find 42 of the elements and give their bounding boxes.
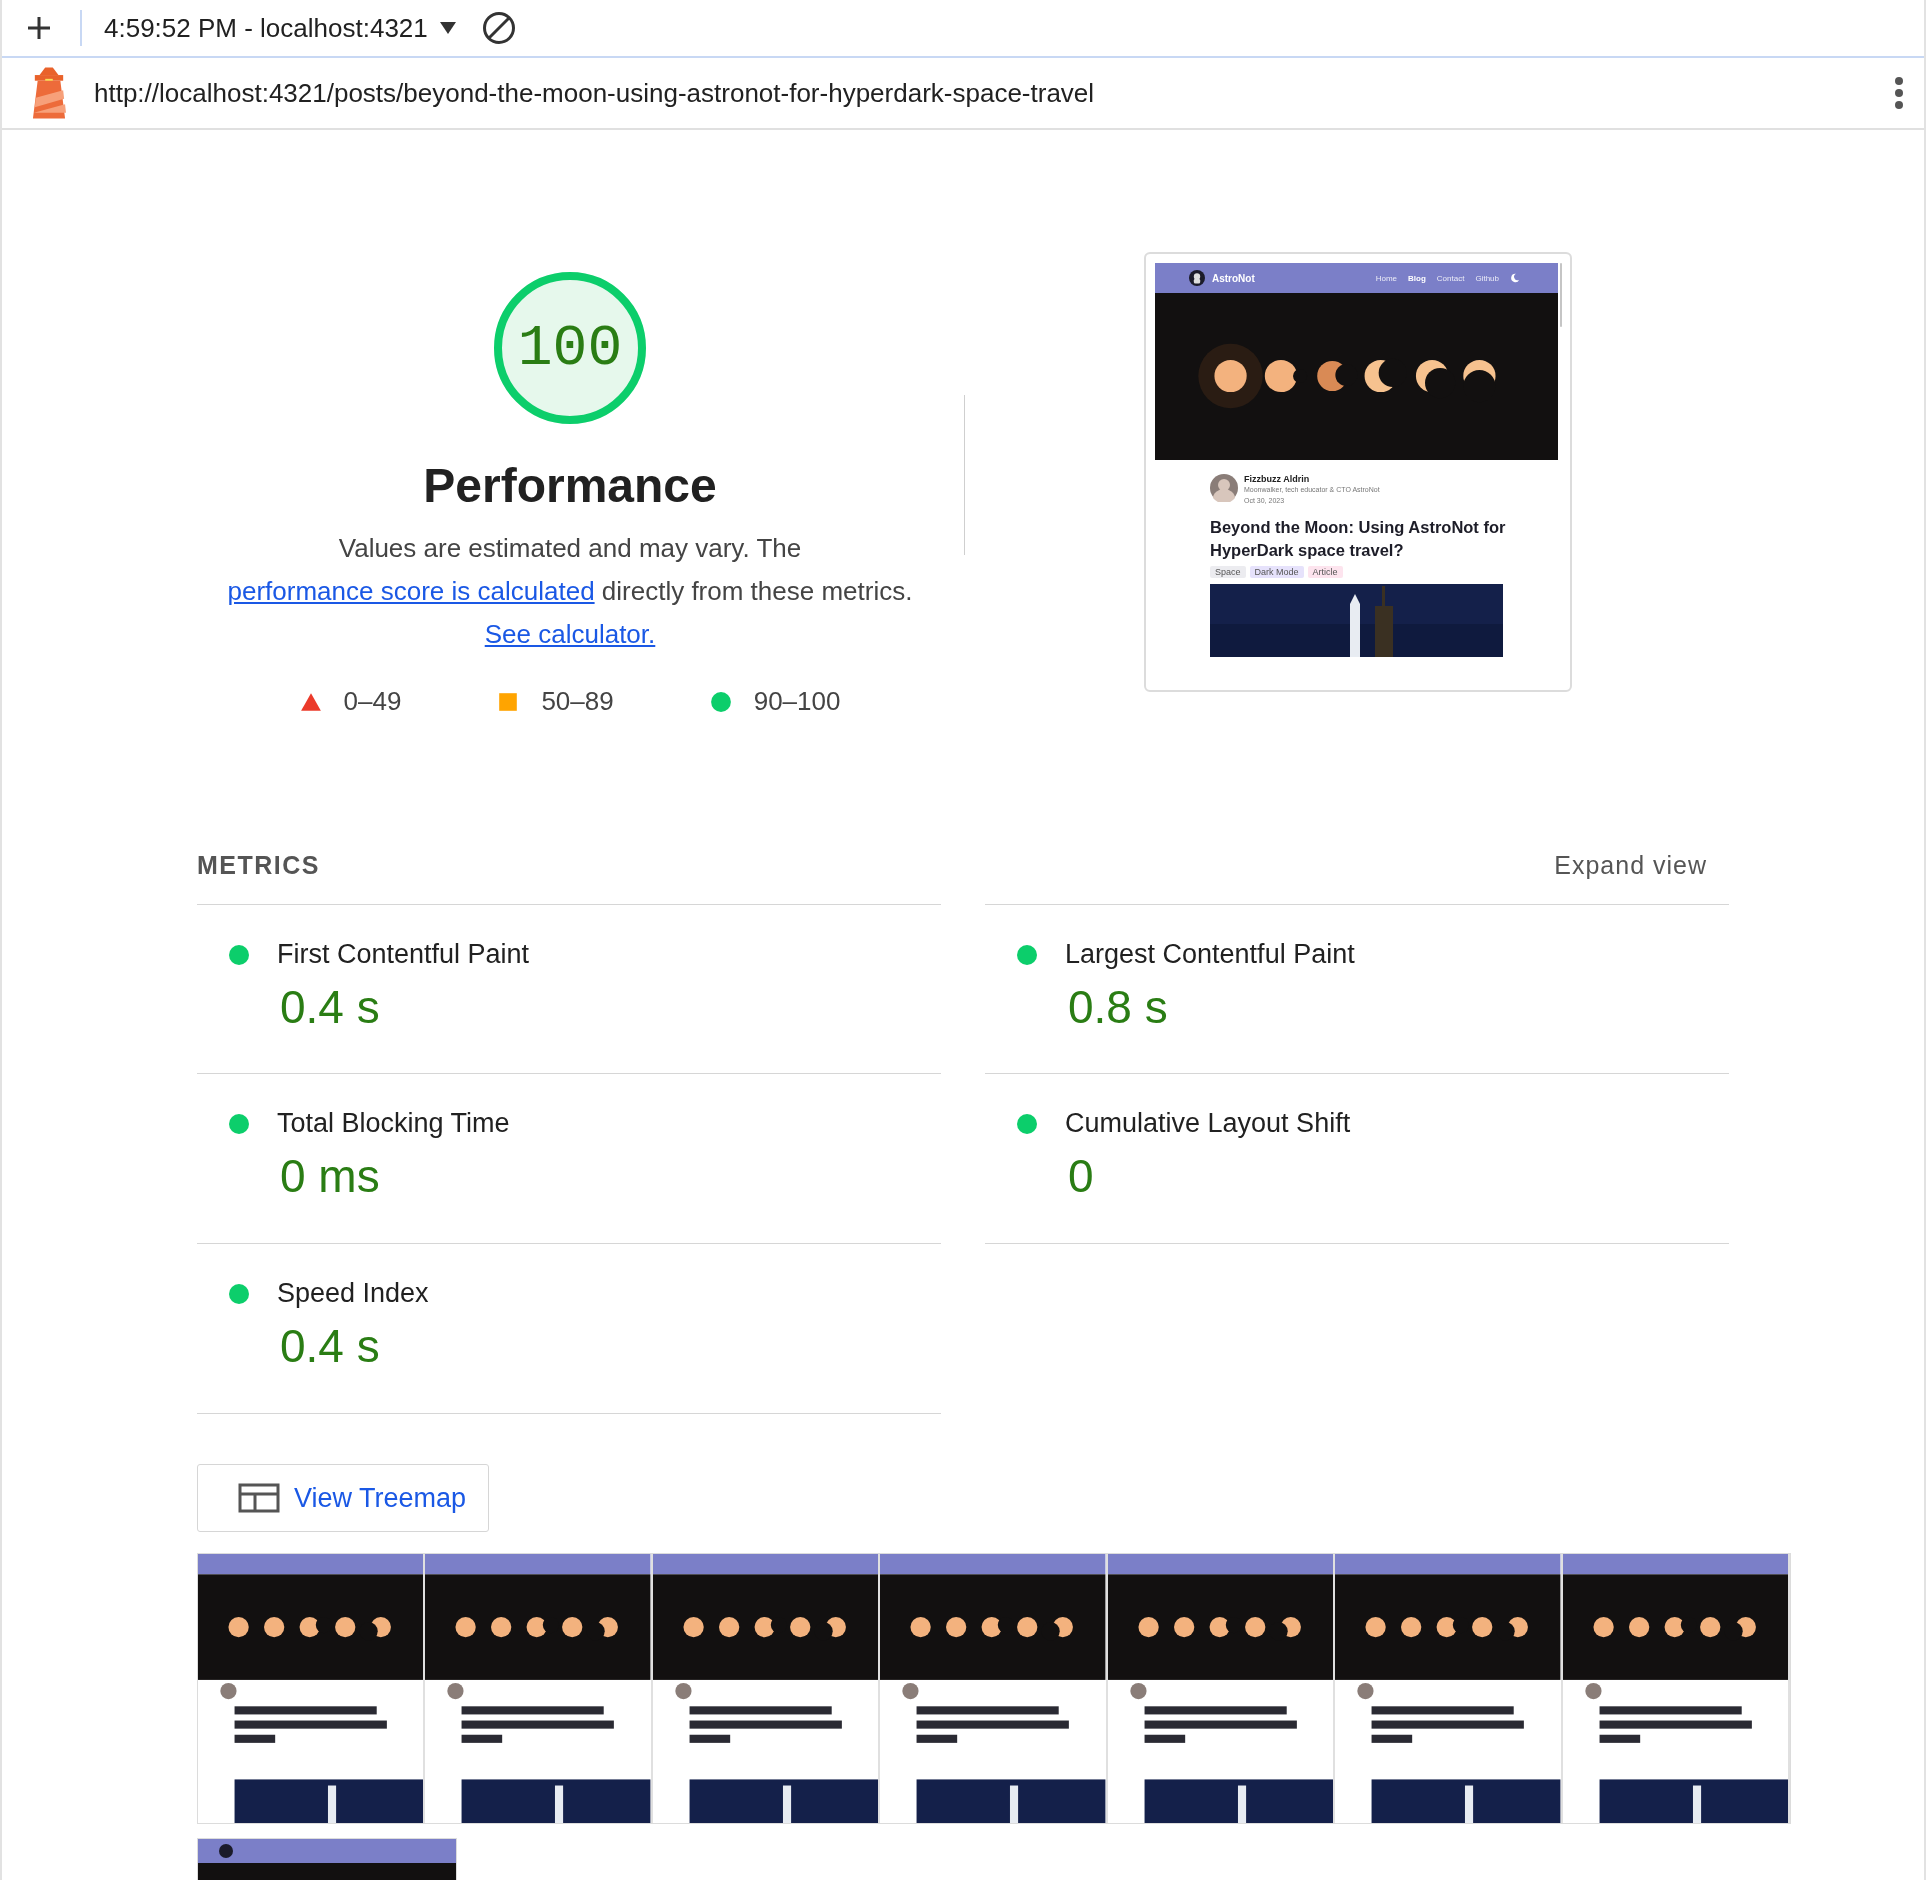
metric-value: 0.4 s xyxy=(280,980,381,1034)
tag[interactable]: Space xyxy=(1210,566,1246,578)
metric-value: 0 ms xyxy=(280,1149,381,1203)
add-icon[interactable] xyxy=(26,15,52,41)
logo-icon xyxy=(1189,270,1205,286)
tag[interactable]: Dark Mode xyxy=(1249,566,1304,578)
post-title: Beyond the Moon: Using AstroNot for HyperDark space travel? xyxy=(1210,517,1507,561)
expand-view-toggle[interactable]: Expand view xyxy=(1554,851,1707,880)
metric-name: Total Blocking Time xyxy=(277,1108,510,1139)
metric-value: 0.4 s xyxy=(280,1319,381,1373)
metric-value: 0.8 s xyxy=(1068,980,1169,1034)
more-icon[interactable] xyxy=(1894,76,1904,110)
lighthouse-icon xyxy=(32,66,66,120)
metric-name: Largest Contentful Paint xyxy=(1065,939,1355,970)
nav-link[interactable]: Contact xyxy=(1436,273,1465,283)
avatar-icon xyxy=(1210,474,1238,502)
view-treemap-button[interactable]: View Treemap xyxy=(197,1464,489,1532)
moon-icon[interactable] xyxy=(1510,273,1520,283)
tag[interactable]: Article xyxy=(1307,566,1343,578)
site-name: AstroNot xyxy=(1212,272,1255,284)
description-link[interactable]: See calculator. xyxy=(484,619,656,649)
nav-link[interactable]: Home xyxy=(1375,273,1398,283)
score-value: 100 xyxy=(516,315,624,381)
score-description: Values are estimated and may vary. The performance score is calculated directly from these metrics. See calculator. xyxy=(226,532,914,651)
legend-label: 0–49 xyxy=(343,686,402,717)
metrics-heading: METRICS xyxy=(197,851,320,880)
metric-name: First Contentful Paint xyxy=(277,939,530,970)
category-title: Performance xyxy=(423,458,717,513)
author-name: Fizzbuzz Aldrin xyxy=(1244,474,1311,484)
clear-icon[interactable] xyxy=(481,11,516,45)
report-selector[interactable]: 4:59:52 PM - localhost:4321 xyxy=(104,12,428,44)
description-link[interactable]: performance score is calculated xyxy=(227,576,595,606)
caret-icon[interactable] xyxy=(439,22,456,34)
legend-label: 50–89 xyxy=(541,686,614,717)
nav-link[interactable]: Blog xyxy=(1408,273,1426,283)
url-text: http://localhost:4321/posts/beyond-the-moon-using-astronot-for-hyperdark-space-travel xyxy=(94,77,1095,109)
nav-link[interactable]: Github xyxy=(1475,273,1499,283)
metric-name: Cumulative Layout Shift xyxy=(1065,1108,1351,1139)
metric-value: 0 xyxy=(1068,1149,1095,1203)
legend-label: 90–100 xyxy=(753,686,841,717)
treemap-icon xyxy=(238,1483,280,1513)
metric-name: Speed Index xyxy=(277,1278,429,1309)
